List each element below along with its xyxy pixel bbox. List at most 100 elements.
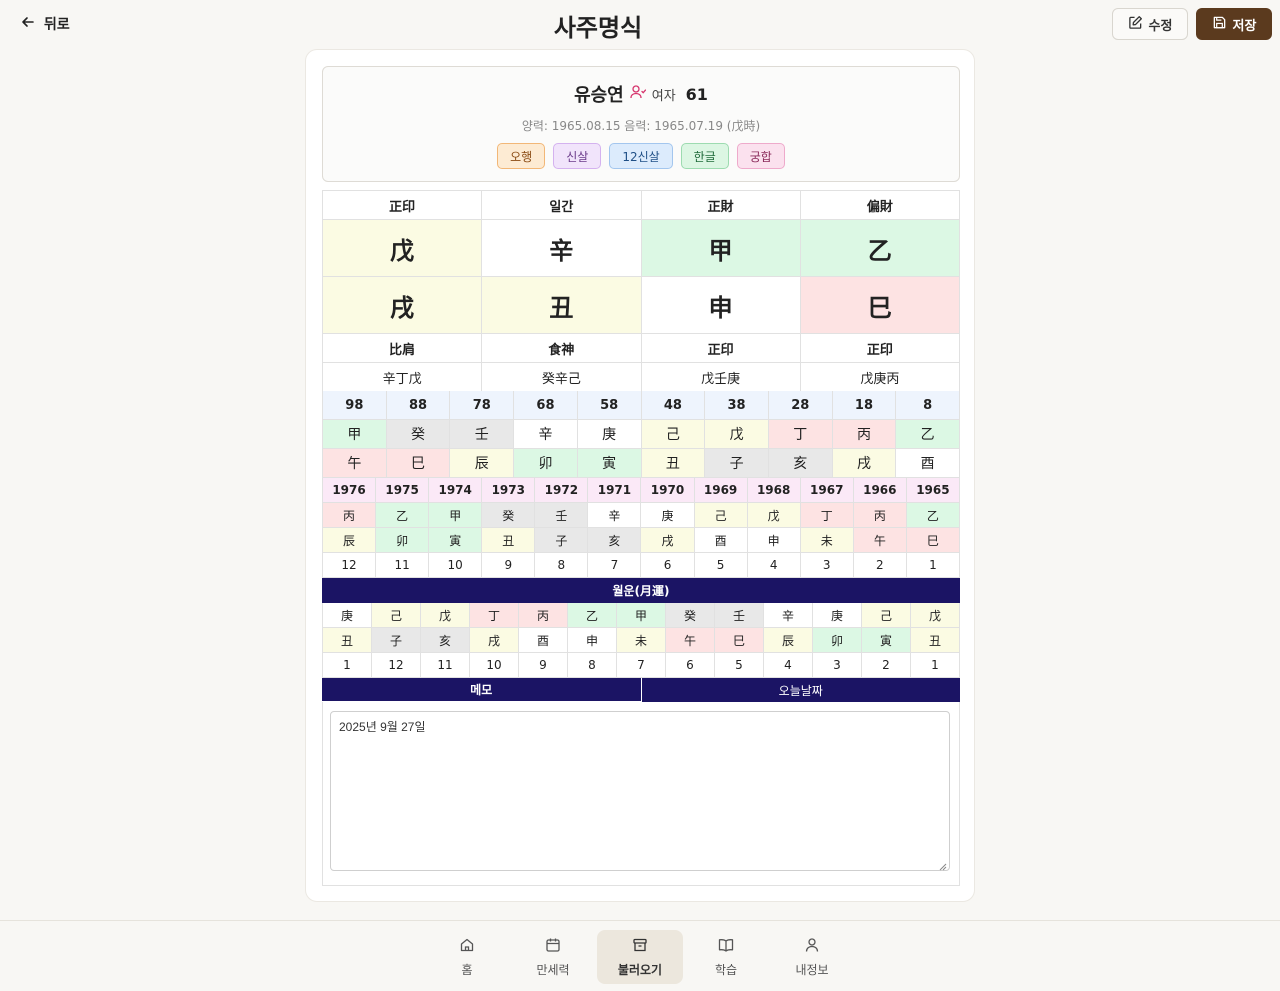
today-date-button[interactable]: 오늘날짜 xyxy=(641,678,960,702)
tag-button[interactable]: 12신살 xyxy=(609,143,673,169)
wolun-branch: 戌 xyxy=(470,628,519,653)
pillar-bottom-label: 正印 xyxy=(800,334,960,363)
seun-branch: 卯 xyxy=(376,528,430,553)
nav-load[interactable]: 불러오기 xyxy=(597,930,683,984)
seun-number: 1 xyxy=(906,553,960,578)
nav-home[interactable]: 홈 xyxy=(424,930,510,984)
pillar-branch: 戌 xyxy=(323,277,483,334)
seun-stem: 癸 xyxy=(482,503,536,528)
seun-number: 9 xyxy=(482,553,536,578)
wolun-branch: 辰 xyxy=(764,628,813,653)
seun-number: 4 xyxy=(747,553,801,578)
wolun-stem: 己 xyxy=(372,603,421,628)
seun-branch: 巳 xyxy=(906,528,960,553)
seun-stem: 壬 xyxy=(535,503,589,528)
daeun-age[interactable]: 48 xyxy=(641,391,706,420)
seun-stem: 己 xyxy=(694,503,748,528)
wolun-branch-row: 丑子亥戌酉申未午巳辰卯寅丑 xyxy=(323,628,960,653)
wolun-stem: 庚 xyxy=(323,603,372,628)
nav-profile[interactable]: 내정보 xyxy=(769,930,855,984)
seun-number: 5 xyxy=(694,553,748,578)
name-row: 유승연 여자 61 xyxy=(323,81,959,107)
daeun-stem-row: 甲癸壬辛庚己戊丁丙乙 xyxy=(323,420,961,449)
save-icon xyxy=(1212,15,1227,34)
seun-year[interactable]: 1970 xyxy=(641,478,695,503)
seun-year[interactable]: 1972 xyxy=(535,478,589,503)
seun-year[interactable]: 1965 xyxy=(906,478,960,503)
wolun-branch: 酉 xyxy=(519,628,568,653)
seun-number: 8 xyxy=(535,553,589,578)
tag-button[interactable]: 오행 xyxy=(497,143,546,169)
daeun-age[interactable]: 28 xyxy=(768,391,833,420)
daeun-age[interactable]: 8 xyxy=(896,391,961,420)
wolun-branch: 子 xyxy=(372,628,421,653)
seun-num-row: 12 11 10 9 8 7 6 5 4 3 2 1 xyxy=(323,553,960,578)
wolun-number: 9 xyxy=(519,653,568,678)
seun-branch: 丑 xyxy=(482,528,536,553)
daeun-stem: 壬 xyxy=(450,420,515,449)
wolun-stem: 戊 xyxy=(421,603,470,628)
pillar-top-label: 正印 xyxy=(323,191,483,220)
wolun-number: 3 xyxy=(813,653,862,678)
seun-branch: 亥 xyxy=(588,528,642,553)
seun-year[interactable]: 1975 xyxy=(376,478,430,503)
daeun-branch: 丑 xyxy=(641,449,706,478)
edit-button[interactable]: 수정 xyxy=(1112,8,1188,40)
daeun-stem: 乙 xyxy=(896,420,961,449)
seun-year[interactable]: 1976 xyxy=(323,478,377,503)
seun-branch: 午 xyxy=(853,528,907,553)
daeun-branch: 午 xyxy=(323,449,387,478)
seun-branch: 申 xyxy=(747,528,801,553)
daeun-age[interactable]: 38 xyxy=(705,391,769,420)
memo-text: 2025년 9월 27일 xyxy=(339,720,426,734)
daeun-branch-row: 午巳辰卯寅丑子亥戌酉 xyxy=(323,449,961,478)
pillar-label-row: 正印 일간 正財 偏財 xyxy=(323,191,960,220)
pillar-top-label: 偏財 xyxy=(800,191,960,220)
wolun-stem: 戊 xyxy=(911,603,960,628)
birth-dates: 양력: 1965.08.15 음력: 1965.07.19 (戊時) xyxy=(521,119,761,133)
seun-year[interactable]: 1966 xyxy=(853,478,907,503)
user-gender-icon xyxy=(630,84,646,104)
memo-textarea[interactable]: 2025년 9월 27일 xyxy=(330,711,950,871)
profile-panel: 유승연 여자 61 양력: 1965.08.15 음력: 1965.07.19 … xyxy=(322,66,960,182)
person-name: 유승연 xyxy=(574,85,624,106)
calendar-icon xyxy=(545,937,561,956)
pillar-stem-row: 戊辛甲乙 xyxy=(323,220,960,277)
nav-study[interactable]: 학습 xyxy=(683,930,769,984)
seun-branch-row: 辰卯寅丑子亥戌酉申未午巳 xyxy=(323,528,960,553)
seun-year[interactable]: 1974 xyxy=(429,478,483,503)
seun-table: 1976 1975 1974 1973 1972 1971 1970 1969 1968 1967… xyxy=(322,478,960,578)
seun-year[interactable]: 1969 xyxy=(694,478,748,503)
daeun-stem: 庚 xyxy=(577,420,642,449)
nav-calendar[interactable]: 만세력 xyxy=(510,930,596,984)
wolun-stem: 辛 xyxy=(764,603,813,628)
seun-year[interactable]: 1973 xyxy=(482,478,536,503)
resize-handle-icon[interactable] xyxy=(939,860,947,871)
edit-icon xyxy=(1128,15,1143,34)
tag-button[interactable]: 신살 xyxy=(553,143,602,169)
daeun-age[interactable]: 78 xyxy=(450,391,515,420)
daeun-age[interactable]: 18 xyxy=(832,391,897,420)
seun-year[interactable]: 1971 xyxy=(588,478,642,503)
pillar-stem: 甲 xyxy=(641,220,801,277)
daeun-age[interactable]: 88 xyxy=(386,391,451,420)
seun-stem: 乙 xyxy=(376,503,430,528)
seun-stem: 戊 xyxy=(747,503,801,528)
seun-year[interactable]: 1967 xyxy=(800,478,854,503)
pillar-branch: 丑 xyxy=(482,277,642,334)
daeun-branch: 巳 xyxy=(386,449,451,478)
tag-button[interactable]: 궁합 xyxy=(736,143,785,169)
pillar-hidden-row: 辛丁戊 癸辛己 戊壬庚 戊庚丙 xyxy=(323,363,960,392)
wolun-stem: 丙 xyxy=(519,603,568,628)
daeun-age[interactable]: 58 xyxy=(577,391,642,420)
tag-button[interactable]: 한글 xyxy=(680,143,729,169)
daeun-age[interactable]: 98 xyxy=(323,391,387,420)
save-button[interactable]: 저장 xyxy=(1196,8,1272,40)
wolun-table: 월운(月運) 庚己戊丁丙乙甲癸壬辛庚己戊丑子亥戌酉申未午巳辰卯寅丑 1 12 11 10 9… xyxy=(322,578,960,678)
seun-branch: 子 xyxy=(535,528,589,553)
four-pillars-table: 正印 일간 正財 偏財戊辛甲乙戌丑申巳比肩 食神 正印 正印 辛丁戊 癸辛己 戊壬庚 戊庚丙 xyxy=(322,190,960,392)
seun-year[interactable]: 1968 xyxy=(747,478,801,503)
daeun-age[interactable]: 68 xyxy=(514,391,578,420)
seun-branch: 寅 xyxy=(429,528,483,553)
seun-year-row: 1976 1975 1974 1973 1972 1971 1970 1969 1968 1967… xyxy=(323,478,960,503)
